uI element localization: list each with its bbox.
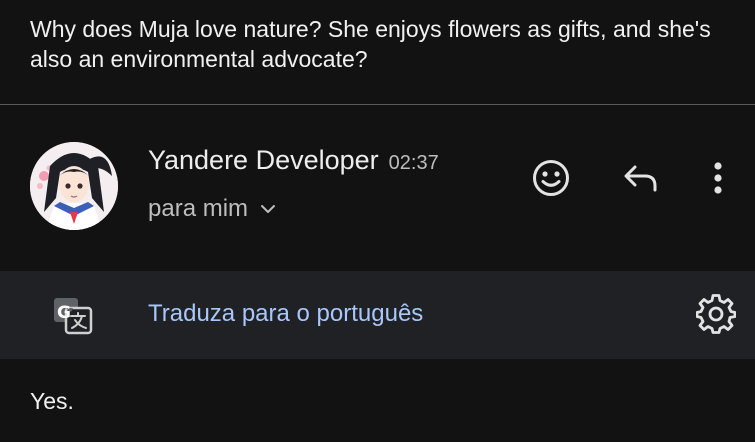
add-reaction-button[interactable] xyxy=(528,157,574,203)
gear-icon xyxy=(695,293,737,339)
sender-name[interactable]: Yandere Developer xyxy=(148,145,379,176)
email-view: Why does Muja love nature? She enjoys fl… xyxy=(0,0,755,442)
smiley-icon xyxy=(531,158,571,203)
translate-link[interactable]: Traduza para o português xyxy=(148,300,423,328)
svg-text:G: G xyxy=(57,303,71,323)
recipient-label: para mim xyxy=(148,195,249,222)
message-time: 02:37 xyxy=(388,152,439,174)
translate-bar: G Traduza para o português xyxy=(0,271,755,359)
vertical-dots-icon xyxy=(713,161,723,200)
reply-arrow-icon xyxy=(623,164,659,197)
avatar-illustration xyxy=(30,142,118,230)
chevron-down-icon xyxy=(260,204,276,214)
translation-settings-button[interactable] xyxy=(692,292,740,340)
reply-button[interactable] xyxy=(618,157,664,203)
message-question: Why does Muja love nature? She enjoys fl… xyxy=(30,16,711,72)
recipient-details-toggle[interactable]: para mim xyxy=(148,195,276,223)
message-body: Yes. xyxy=(30,388,74,414)
divider xyxy=(0,104,755,105)
more-options-button[interactable] xyxy=(700,157,736,203)
google-translate-icon: G xyxy=(52,296,94,336)
sender-info: Yandere Developer 02:37 xyxy=(148,145,439,176)
avatar[interactable] xyxy=(30,142,118,230)
